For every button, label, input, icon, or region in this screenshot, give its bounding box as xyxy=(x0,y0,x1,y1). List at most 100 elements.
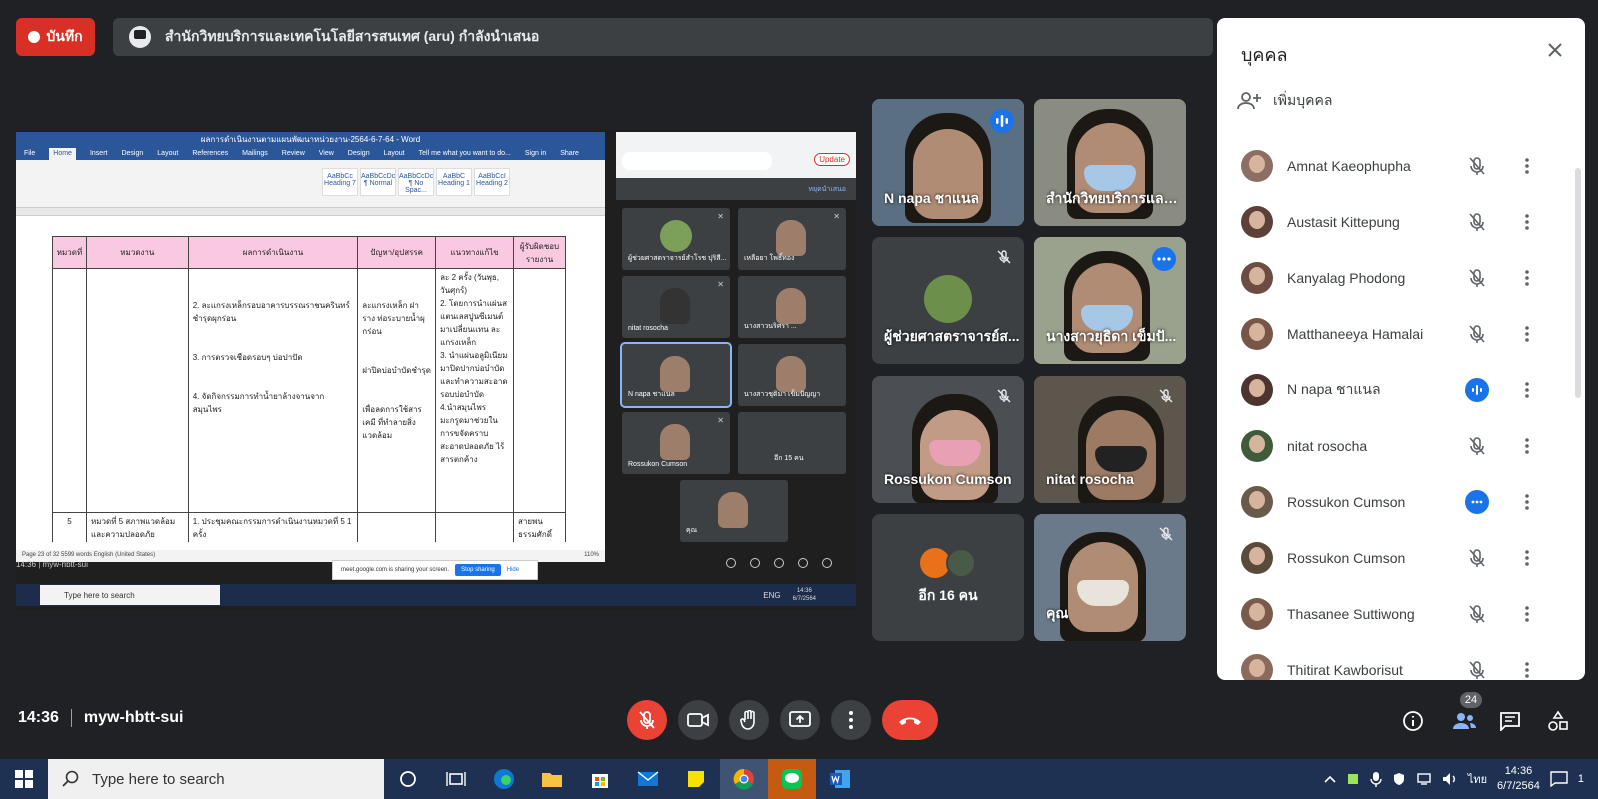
start-button[interactable] xyxy=(0,759,48,799)
mic-off-icon[interactable] xyxy=(1465,322,1489,346)
participant-name: N napa ชาแนล xyxy=(884,190,980,206)
mini-tile: นางสาวชุติมา เข็มปัญญา xyxy=(738,344,846,406)
mini-tile-name: อีก 15 คน xyxy=(774,455,804,462)
task-view-button[interactable] xyxy=(432,759,480,799)
file-explorer-button[interactable] xyxy=(528,759,576,799)
people-button[interactable] xyxy=(1451,708,1477,734)
table-row: 5 หมวดที่ 5 สภาพแวดล้อมและความปลอดภัย 1.… xyxy=(52,512,566,542)
app-tray-icon[interactable] xyxy=(1346,772,1360,786)
mic-off-icon[interactable] xyxy=(1465,266,1489,290)
recording-button[interactable]: บันทึก xyxy=(16,18,95,56)
participant-tile[interactable]: สำนักวิทยบริการและ... xyxy=(1034,99,1186,226)
avatar xyxy=(1241,262,1273,294)
avatar xyxy=(660,424,690,460)
shared-meet-strip: หยุดนำเสนอ xyxy=(616,178,856,200)
participant-tile[interactable]: Rossukon Cumson xyxy=(872,376,1024,503)
taskbar-time: 14:36 xyxy=(1504,765,1533,777)
notification-icon[interactable] xyxy=(1550,771,1568,787)
speaking-indicator-icon[interactable] xyxy=(1465,378,1489,402)
chat-button[interactable] xyxy=(1497,708,1523,734)
participant-tile[interactable]: ผู้ช่วยศาสตราจารย์ส... xyxy=(872,237,1024,364)
mic-off-icon[interactable] xyxy=(1465,154,1489,178)
more-vert-icon[interactable] xyxy=(1515,210,1539,234)
mic-off-icon[interactable] xyxy=(1465,210,1489,234)
word-tell-me: Tell me what you want to do... xyxy=(418,150,511,157)
raise-hand-button[interactable] xyxy=(729,700,769,740)
more-vert-icon[interactable] xyxy=(1515,546,1539,570)
chrome-button[interactable] xyxy=(720,759,768,799)
mic-toggle-button[interactable] xyxy=(627,700,667,740)
person-row[interactable]: N napa ชาแนล xyxy=(1217,362,1585,418)
more-vert-icon[interactable] xyxy=(1515,658,1539,680)
others-tile[interactable]: อีก 16 คน xyxy=(872,514,1024,641)
table-cell-name: หมวดที่ 5 สภาพแวดล้อมและความปลอดภัย xyxy=(85,512,189,542)
network-icon[interactable] xyxy=(1416,773,1432,785)
line-button[interactable] xyxy=(768,759,816,799)
self-tile[interactable]: คุณ xyxy=(1034,514,1186,641)
leave-call-button[interactable] xyxy=(882,700,938,740)
mic-off-icon[interactable] xyxy=(1465,546,1489,570)
participant-tile[interactable]: N napa ชาแนล xyxy=(872,99,1024,226)
close-panel-button[interactable] xyxy=(1541,36,1569,64)
mic-off-icon[interactable] xyxy=(1465,434,1489,458)
activities-button[interactable] xyxy=(1545,708,1571,734)
more-options-button[interactable] xyxy=(831,700,871,740)
word-tab: Mailings xyxy=(242,150,268,157)
add-person-label: เพิ่มบุคคล xyxy=(1273,92,1333,108)
mail-button[interactable] xyxy=(624,759,672,799)
participant-tile[interactable]: นางสาวยุธิดา เข็มปั... xyxy=(1034,237,1186,364)
report-table: หมวดที่ หมวดงาน ผลการดำเนินงาน ปัญหา/อุป… xyxy=(52,236,566,542)
people-scrollbar[interactable] xyxy=(1575,168,1581,398)
mini-tile-name: คุณ xyxy=(686,527,698,534)
person-row[interactable]: nitat rosocha xyxy=(1217,418,1585,474)
sticky-notes-button[interactable] xyxy=(672,759,720,799)
edge-button[interactable] xyxy=(480,759,528,799)
avatar xyxy=(776,356,806,392)
avatar xyxy=(1241,318,1273,350)
store-button[interactable] xyxy=(576,759,624,799)
security-icon[interactable] xyxy=(1392,772,1406,786)
cortana-icon xyxy=(400,771,416,787)
more-vert-icon[interactable] xyxy=(1515,602,1539,626)
meeting-details-button[interactable] xyxy=(1400,708,1426,734)
microphone-icon[interactable] xyxy=(1370,771,1382,787)
more-vert-icon[interactable] xyxy=(1515,322,1539,346)
more-vert-icon[interactable] xyxy=(1515,154,1539,178)
avatar xyxy=(1241,430,1273,462)
cortana-button[interactable] xyxy=(384,759,432,799)
participant-tile[interactable]: nitat rosocha xyxy=(1034,376,1186,503)
camera-toggle-button[interactable] xyxy=(678,700,718,740)
windows-taskbar: Type here to search ไทย 14:36 6/7/2564 1 xyxy=(0,759,1598,799)
chevron-up-icon[interactable] xyxy=(1324,775,1336,783)
word-button[interactable] xyxy=(816,759,864,799)
person-row[interactable]: Matthaneeya Hamalai xyxy=(1217,306,1585,362)
person-row[interactable]: Rossukon Cumson xyxy=(1217,474,1585,530)
person-row[interactable]: Amnat Kaeophupha xyxy=(1217,138,1585,194)
share-notice-text: meet.google.com is sharing your screen. xyxy=(341,567,450,573)
person-row[interactable]: Rossukon Cumson xyxy=(1217,530,1585,586)
person-row[interactable]: Thitirat Kawborisut xyxy=(1217,642,1585,680)
person-row[interactable]: Thasanee Suttiwong xyxy=(1217,586,1585,642)
person-row[interactable]: Kanyalag Phodong xyxy=(1217,250,1585,306)
camera-icon xyxy=(687,713,709,727)
mic-off-icon[interactable] xyxy=(1465,602,1489,626)
keyboard-language[interactable]: ไทย xyxy=(1468,770,1487,788)
recording-dot-icon xyxy=(28,31,41,43)
inner-lang: ENG xyxy=(763,590,781,600)
activities-icon xyxy=(798,558,808,568)
mic-off-icon[interactable] xyxy=(1465,658,1489,680)
add-person-button[interactable]: เพิ่มบุคคล xyxy=(1237,90,1332,112)
taskbar-search[interactable]: Type here to search xyxy=(48,759,384,799)
mic-off-icon: ✕ xyxy=(717,280,724,289)
mask-shape xyxy=(1095,446,1147,472)
more-vert-icon[interactable] xyxy=(1515,266,1539,290)
volume-icon[interactable] xyxy=(1442,772,1458,786)
more-vert-icon[interactable] xyxy=(1515,490,1539,514)
taskbar-clock[interactable]: 14:36 6/7/2564 xyxy=(1497,764,1540,794)
more-indicator-icon[interactable] xyxy=(1465,490,1489,514)
more-vert-icon[interactable] xyxy=(1515,378,1539,402)
person-row[interactable]: Austasit Kittepung xyxy=(1217,194,1585,250)
avatar xyxy=(1241,654,1273,680)
present-button[interactable] xyxy=(780,700,820,740)
more-vert-icon[interactable] xyxy=(1515,434,1539,458)
